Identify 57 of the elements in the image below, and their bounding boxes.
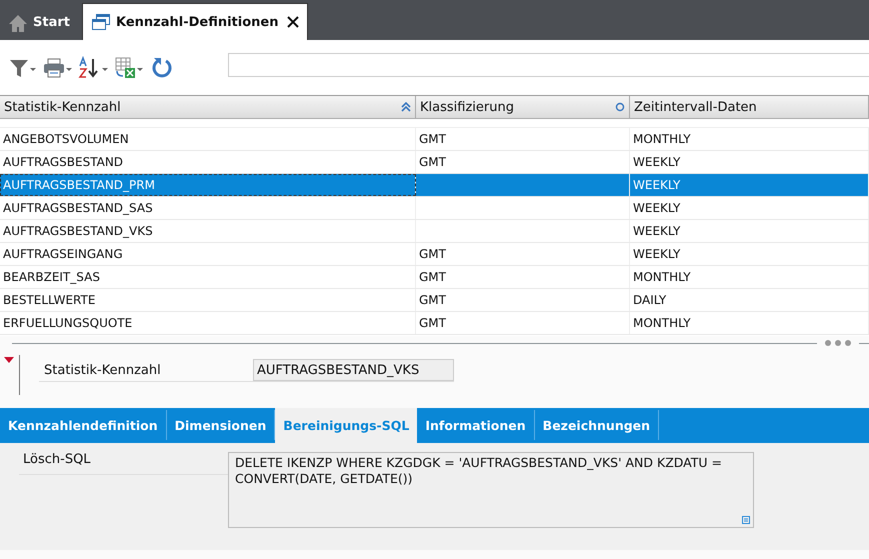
refresh-icon[interactable] <box>150 56 174 80</box>
tab[interactable]: Start <box>0 5 78 40</box>
expand-icon[interactable] <box>742 516 750 524</box>
table-row[interactable]: AUFTRAGSBESTAND_VKS WEEKLY <box>0 220 869 243</box>
table-cell: GMT <box>419 247 446 261</box>
table-cell: DAILY <box>633 293 666 307</box>
table-cell: ANGEBOTSVOLUMEN <box>3 132 129 146</box>
print-icon[interactable] <box>42 56 74 80</box>
export-spreadsheet-icon[interactable] <box>114 56 146 80</box>
table-row[interactable]: AUFTRAGSBESTAND_PRM WEEKLY <box>0 174 869 197</box>
column-header[interactable]: Klassifizierung <box>416 96 630 118</box>
table-cell: AUFTRAGSBESTAND_VKS <box>3 224 153 238</box>
close-icon[interactable] <box>287 16 300 28</box>
tab[interactable]: Kennzahl-Definitionen <box>82 3 308 40</box>
table-cell: AUFTRAGSBESTAND_SAS <box>3 201 153 215</box>
table-cell: AUFTRAGSEINGANG <box>3 247 123 261</box>
table-cell: MONTHLY <box>633 270 691 284</box>
table-cell: AUFTRAGSBESTAND <box>3 155 124 169</box>
table-cell: GMT <box>419 316 446 330</box>
column-header[interactable]: Statistik-Kennzahl <box>0 96 416 118</box>
collapse-icon[interactable] <box>4 357 14 363</box>
circle-icon[interactable] <box>615 102 625 112</box>
window-icon <box>90 13 111 31</box>
home-icon <box>8 14 28 32</box>
table-cell: BESTELLWERTE <box>3 293 96 307</box>
table-cell: BEARBZEIT_SAS <box>3 270 100 284</box>
table-cell: GMT <box>419 293 446 307</box>
table-cell: GMT <box>419 155 446 169</box>
table-row[interactable]: BEARBZEIT_SAS GMT MONTHLY <box>0 266 869 289</box>
table-row[interactable]: AUFTRAGSBESTAND_SAS WEEKLY <box>0 197 869 220</box>
table-cell: WEEKLY <box>633 178 680 192</box>
sql-text-area[interactable]: DELETE IKENZP WHERE KZGDGK = 'AUFTRAGSBESTAND_VKS' AND KZDATU = CONVERT(DATE, GETDATE()) <box>228 452 754 528</box>
table-cell: GMT <box>419 270 446 284</box>
table-cell: MONTHLY <box>633 132 691 146</box>
column-header[interactable]: Zeitintervall-Daten <box>630 96 869 118</box>
table-row[interactable]: ANGEBOTSVOLUMEN GMT MONTHLY <box>0 128 869 151</box>
table-cell: ERFUELLUNGSQUOTE <box>3 316 132 330</box>
tab[interactable]: Bezeichnungen <box>534 410 660 440</box>
table-cell: MONTHLY <box>633 316 691 330</box>
sort-az-icon[interactable] <box>78 56 110 80</box>
field-label: Lösch-SQL <box>19 452 228 475</box>
tab[interactable]: Informationen <box>417 410 535 440</box>
table-cell: WEEKLY <box>633 155 680 169</box>
search-field[interactable] <box>228 52 869 76</box>
table-row[interactable]: BESTELLWERTE GMT DAILY <box>0 289 869 312</box>
sort-ascending-icon[interactable] <box>401 102 411 112</box>
table-row[interactable]: AUFTRAGSEINGANG GMT WEEKLY <box>0 243 869 266</box>
table-row[interactable]: ERFUELLUNGSQUOTE GMT MONTHLY <box>0 312 869 335</box>
table-cell: AUFTRAGSBESTAND_PRM <box>3 178 155 192</box>
table-cell: GMT <box>419 132 446 146</box>
table-cell: WEEKLY <box>633 201 680 215</box>
value-field: AUFTRAGSBESTAND_VKS <box>253 359 454 381</box>
table-cell: WEEKLY <box>633 247 680 261</box>
splitter-handle[interactable] <box>825 340 851 346</box>
tab[interactable]: Kennzahlendefinition <box>0 410 167 440</box>
field-label: Statistik-Kennzahl <box>43 362 162 378</box>
table-cell: WEEKLY <box>633 224 680 238</box>
